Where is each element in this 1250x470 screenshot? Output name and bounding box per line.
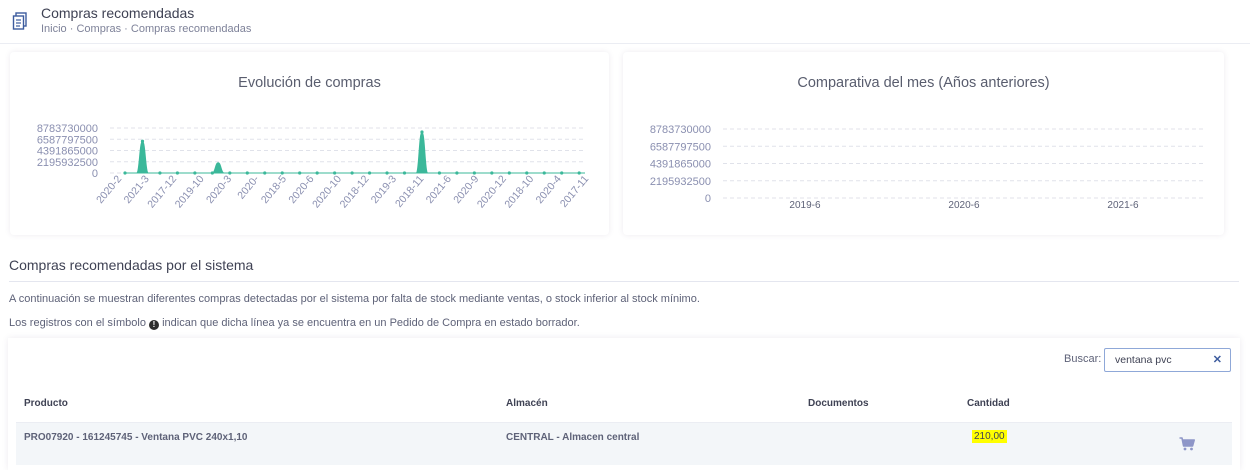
data-point bbox=[490, 171, 494, 175]
search-input[interactable] bbox=[1115, 354, 1205, 366]
x-tick-label: 2018-10 bbox=[502, 173, 536, 210]
breadcrumb: Inicio · Compras · Compras recomendadas bbox=[41, 23, 251, 35]
x-tick-label: 2020-3 bbox=[204, 173, 234, 206]
data-point bbox=[280, 171, 284, 175]
data-point bbox=[175, 171, 180, 175]
x-tick-label: 2020-2 bbox=[94, 173, 124, 206]
page-header: Compras recomendadas Inicio · Compras · … bbox=[0, 0, 1250, 44]
comparison-chart-card: Comparativa del mes (Años anteriores) 87… bbox=[623, 52, 1224, 235]
series-area bbox=[124, 131, 585, 174]
description-text: A continuación se muestran diferentes co… bbox=[9, 293, 700, 305]
data-point bbox=[140, 139, 145, 143]
breadcrumb-separator: · bbox=[124, 23, 128, 35]
breadcrumb-inicio[interactable]: Inicio bbox=[41, 23, 67, 35]
y-tick-label: 8783730000 bbox=[37, 123, 98, 135]
y-tick-label: 2195932500 bbox=[650, 176, 711, 188]
evolution-chart-card: Evolución de compras 8783730000 658779750… bbox=[10, 52, 609, 235]
document-icon bbox=[12, 12, 27, 30]
x-tick-label: 2019-10 bbox=[173, 173, 207, 210]
data-point bbox=[455, 171, 459, 175]
data-point bbox=[123, 171, 127, 175]
data-point bbox=[298, 171, 302, 175]
evolution-chart: 8783730000658779750043918650002195932500… bbox=[37, 123, 592, 210]
x-tick-label: 2018-5 bbox=[259, 173, 289, 206]
x-tick-label: 2020-6 bbox=[948, 200, 980, 211]
info-icon: ! bbox=[149, 320, 160, 330]
recommended-purchases-table-card: Buscar: ✕ Producto Almacén Documentos Ca… bbox=[8, 338, 1240, 470]
data-point bbox=[402, 171, 407, 175]
data-point bbox=[350, 171, 354, 175]
search-label: Buscar: bbox=[1064, 353, 1102, 365]
column-header-almacen[interactable]: Almacén bbox=[506, 398, 548, 409]
x-tick-label: 2021-6 bbox=[1107, 200, 1139, 211]
legend-text-before: Los registros con el símbolo bbox=[9, 317, 146, 329]
data-point bbox=[315, 171, 319, 175]
y-tick-label: 8783730000 bbox=[650, 124, 711, 136]
y-tick-label: 0 bbox=[705, 193, 711, 205]
x-tick-label: 2021-6 bbox=[424, 173, 454, 206]
search-field[interactable]: ✕ bbox=[1104, 348, 1231, 372]
column-header-cantidad[interactable]: Cantidad bbox=[967, 398, 1010, 409]
x-tick-label: 2020- bbox=[235, 173, 262, 202]
y-tick-label: 0 bbox=[92, 168, 98, 180]
y-tick-label: 6587797500 bbox=[37, 134, 98, 146]
data-point bbox=[245, 171, 249, 175]
data-point bbox=[263, 171, 267, 175]
legend-text-after: indican que dicha línea ya se encuentra … bbox=[162, 317, 580, 329]
page-title: Compras recomendadas bbox=[41, 5, 195, 21]
data-point bbox=[158, 171, 162, 175]
breadcrumb-current: Compras recomendadas bbox=[130, 23, 252, 35]
cell-cantidad: 210,00 bbox=[972, 430, 1007, 443]
data-point bbox=[507, 171, 511, 175]
data-point bbox=[228, 171, 232, 175]
data-point bbox=[367, 171, 372, 175]
cell-producto: PRO07920 - 161245745 - Ventana PVC 240x1… bbox=[24, 432, 248, 443]
x-tick-label: 2018-12 bbox=[338, 173, 372, 210]
data-point bbox=[542, 171, 546, 175]
column-header-documentos[interactable]: Documentos bbox=[808, 398, 869, 409]
y-tick-label: 4391865000 bbox=[37, 146, 98, 158]
legend-text: Los registros con el símbolo ! indican q… bbox=[9, 317, 580, 330]
cell-almacen: CENTRAL - Almacen central bbox=[506, 432, 640, 443]
data-point bbox=[210, 171, 214, 175]
data-point bbox=[420, 130, 424, 134]
cart-icon[interactable] bbox=[1179, 437, 1195, 451]
data-point bbox=[437, 171, 442, 175]
close-icon[interactable]: ✕ bbox=[1213, 353, 1222, 366]
y-tick-label: 6587797500 bbox=[650, 141, 711, 153]
divider bbox=[9, 281, 1239, 282]
x-tick-label: 2018-11 bbox=[393, 173, 427, 210]
y-tick-label: 4391865000 bbox=[650, 159, 711, 171]
data-point bbox=[560, 171, 564, 175]
x-tick-label: 2017-11 bbox=[558, 173, 592, 210]
breadcrumb-compras[interactable]: Compras bbox=[76, 23, 121, 35]
y-tick-label: 2195932500 bbox=[37, 157, 98, 169]
section-title: Compras recomendadas por el sistema bbox=[9, 257, 254, 273]
column-header-producto[interactable]: Producto bbox=[24, 398, 68, 409]
quantity-value: 210,00 bbox=[972, 430, 1007, 443]
breadcrumb-separator: · bbox=[69, 23, 74, 35]
x-tick-label: 2019-6 bbox=[789, 200, 821, 211]
comparison-chart: 8783730000 6587797500 4391865000 2195932500… bbox=[650, 124, 1203, 211]
table-row: PRO07920 - 161245745 - Ventana PVC 240x1… bbox=[16, 423, 1232, 465]
